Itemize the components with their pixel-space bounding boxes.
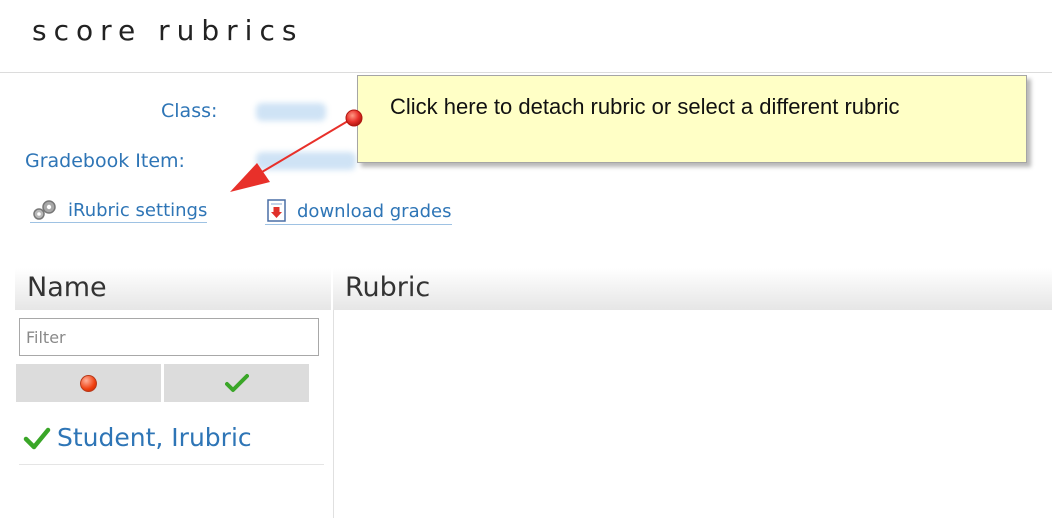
class-value-redacted — [256, 103, 326, 121]
download-grades-label: download grades — [297, 200, 452, 222]
annotation-callout: Click here to detach rubric or select a … — [357, 75, 1027, 163]
page-title: score rubrics — [32, 14, 304, 47]
annotation-callout-text: Click here to detach rubric or select a … — [390, 94, 900, 119]
gradebook-item-label: Gradebook Item: — [25, 150, 185, 172]
filter-ungraded-button[interactable] — [16, 364, 161, 402]
score-rubrics-page: score rubrics Class: Gradebook Item: iRu… — [0, 0, 1052, 518]
filter-graded-button[interactable] — [164, 364, 309, 402]
title-divider — [0, 72, 1052, 73]
download-grades-link[interactable]: download grades — [265, 199, 452, 225]
irubric-settings-link[interactable]: iRubric settings — [30, 199, 208, 223]
gradebook-item-value-redacted — [256, 152, 356, 170]
column-divider — [333, 310, 334, 518]
student-row[interactable]: Student, Irubric — [19, 418, 324, 465]
checkmark-icon — [224, 374, 249, 392]
irubric-settings-label: iRubric settings — [68, 199, 208, 221]
checkmark-icon — [23, 427, 51, 450]
gears-icon — [33, 200, 56, 220]
student-name-link[interactable]: Student, Irubric — [57, 418, 252, 458]
filter-input[interactable] — [19, 318, 319, 356]
class-label: Class: — [161, 100, 218, 122]
rubric-column-header-bg — [333, 268, 1052, 310]
download-document-icon — [267, 199, 286, 222]
rubric-column-header: Rubric — [345, 272, 431, 303]
name-column-header: Name — [27, 272, 107, 303]
red-dot-icon — [80, 374, 97, 392]
